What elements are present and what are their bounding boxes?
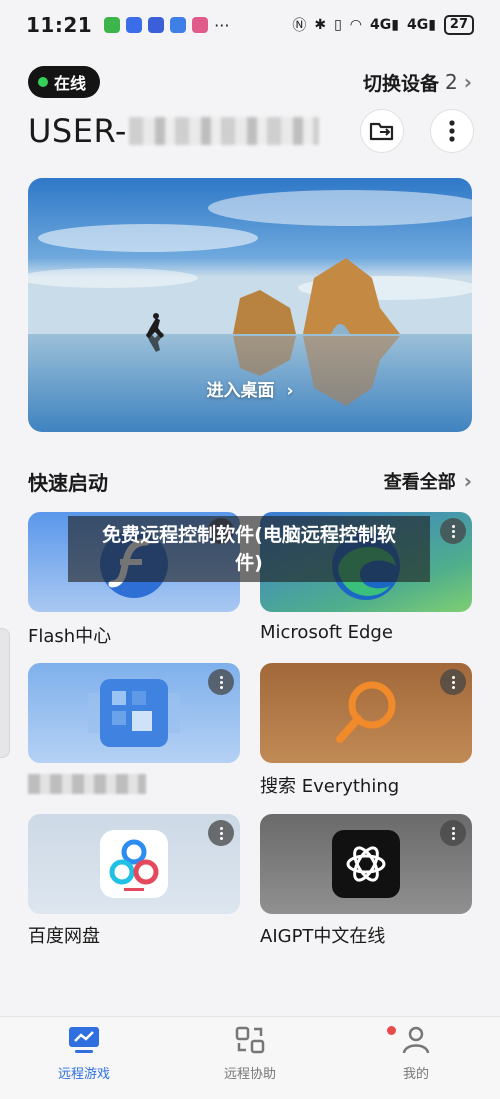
app-icon <box>170 17 187 33</box>
app-icon <box>192 17 209 33</box>
watermark-overlay: 免费远程控制软件(电脑远程控制软 件) <box>68 516 430 582</box>
app-card-aigpt[interactable] <box>260 814 472 914</box>
app-more-button[interactable] <box>208 669 234 695</box>
nfc-icon: Ⓝ <box>292 18 307 34</box>
bluetooth-icon: ✱ <box>314 17 327 33</box>
header-top-row: 在线 切换设备 2 › <box>28 66 472 98</box>
tab-label: 远程协助 <box>223 1067 276 1082</box>
tab-label: 我的 <box>402 1067 429 1082</box>
app-more-button[interactable] <box>440 669 466 695</box>
status-bar: 11:21 ··· Ⓝ ✱ ▯ ◠ 4G▮ 4G▮ 27 <box>0 0 500 50</box>
status-time: 11:21 <box>26 13 93 37</box>
more-options-button[interactable] <box>430 109 474 153</box>
tab-label: 远程游戏 <box>57 1067 110 1082</box>
app-label: Flash中心 <box>28 626 112 647</box>
enter-desktop-banner[interactable]: 进入桌面 › <box>28 178 472 432</box>
watermark-line: 免费远程控制软件(电脑远程控制软 <box>102 524 396 546</box>
battery-icon: 27 <box>443 15 474 35</box>
signal-icon: 4G▮ <box>370 17 399 33</box>
app-card-everything[interactable] <box>260 663 472 763</box>
status-app-icons: ··· <box>104 16 229 35</box>
tab-remote-gaming[interactable]: 远程游戏 <box>14 1025 154 1082</box>
chevron-right-icon: › <box>463 70 472 94</box>
more-notifications-icon: ··· <box>214 15 230 35</box>
device-count: 2 <box>445 70 458 94</box>
switch-display-button[interactable] <box>360 109 404 153</box>
app-more-button[interactable] <box>440 820 466 846</box>
status-indicators: Ⓝ ✱ ▯ ◠ 4G▮ 4G▮ 27 <box>292 15 474 35</box>
online-status-badge: 在线 <box>28 66 101 98</box>
quick-launch-title: 快速启动 <box>28 470 108 495</box>
redacted-username <box>128 117 319 145</box>
more-vertical-icon <box>449 120 455 142</box>
see-all-button[interactable]: 查看全部 › <box>384 468 472 494</box>
app-label-redacted <box>28 774 146 794</box>
tab-mine[interactable]: 我的 <box>346 1025 486 1082</box>
app-more-button[interactable] <box>440 518 466 544</box>
bottom-tab-bar: 远程游戏 远程协助 我的 <box>0 1016 500 1099</box>
app-label: 搜索 Everything <box>260 776 400 797</box>
wifi-icon: ◠ <box>349 17 362 33</box>
app-card-baidu-netdisk[interactable] <box>28 814 240 914</box>
app-label: 百度网盘 <box>28 926 100 947</box>
online-label: 在线 <box>54 74 87 93</box>
app-more-button[interactable] <box>208 820 234 846</box>
remote-assist-icon <box>235 1026 265 1054</box>
watermark-line: 件) <box>235 552 263 574</box>
app-icon <box>148 17 165 33</box>
chevron-right-icon: › <box>463 469 472 493</box>
username: USER- <box>28 112 127 150</box>
app-label: AIGPT中文在线 <box>260 926 386 947</box>
folder-switch-icon <box>369 122 394 141</box>
tab-remote-assist[interactable]: 远程协助 <box>180 1025 320 1082</box>
person-icon <box>402 1026 430 1054</box>
baidu-icon <box>126 17 143 33</box>
notification-dot <box>387 1026 396 1035</box>
quick-launch-header: 快速启动 查看全部 › <box>28 466 472 496</box>
switch-device-label: 切换设备 <box>363 72 440 95</box>
side-drawer-handle[interactable] <box>0 628 10 758</box>
monitor-chart-icon <box>69 1027 99 1053</box>
chevron-right-icon: › <box>286 381 294 401</box>
see-all-label: 查看全部 <box>383 472 456 493</box>
online-dot-icon <box>38 77 48 87</box>
enter-desktop-cta[interactable]: 进入桌面 › <box>28 376 472 401</box>
signal-icon: 4G▮ <box>406 17 436 33</box>
vibrate-icon: ▯ <box>334 17 342 33</box>
app-label: Microsoft Edge <box>260 622 393 643</box>
enter-desktop-label: 进入桌面 <box>206 381 275 401</box>
wechat-icon <box>104 17 121 33</box>
header-user-row: USER- <box>28 108 472 154</box>
switch-device-button[interactable]: 切换设备 2 › <box>363 69 472 96</box>
app-card-pixelated[interactable] <box>28 663 240 763</box>
